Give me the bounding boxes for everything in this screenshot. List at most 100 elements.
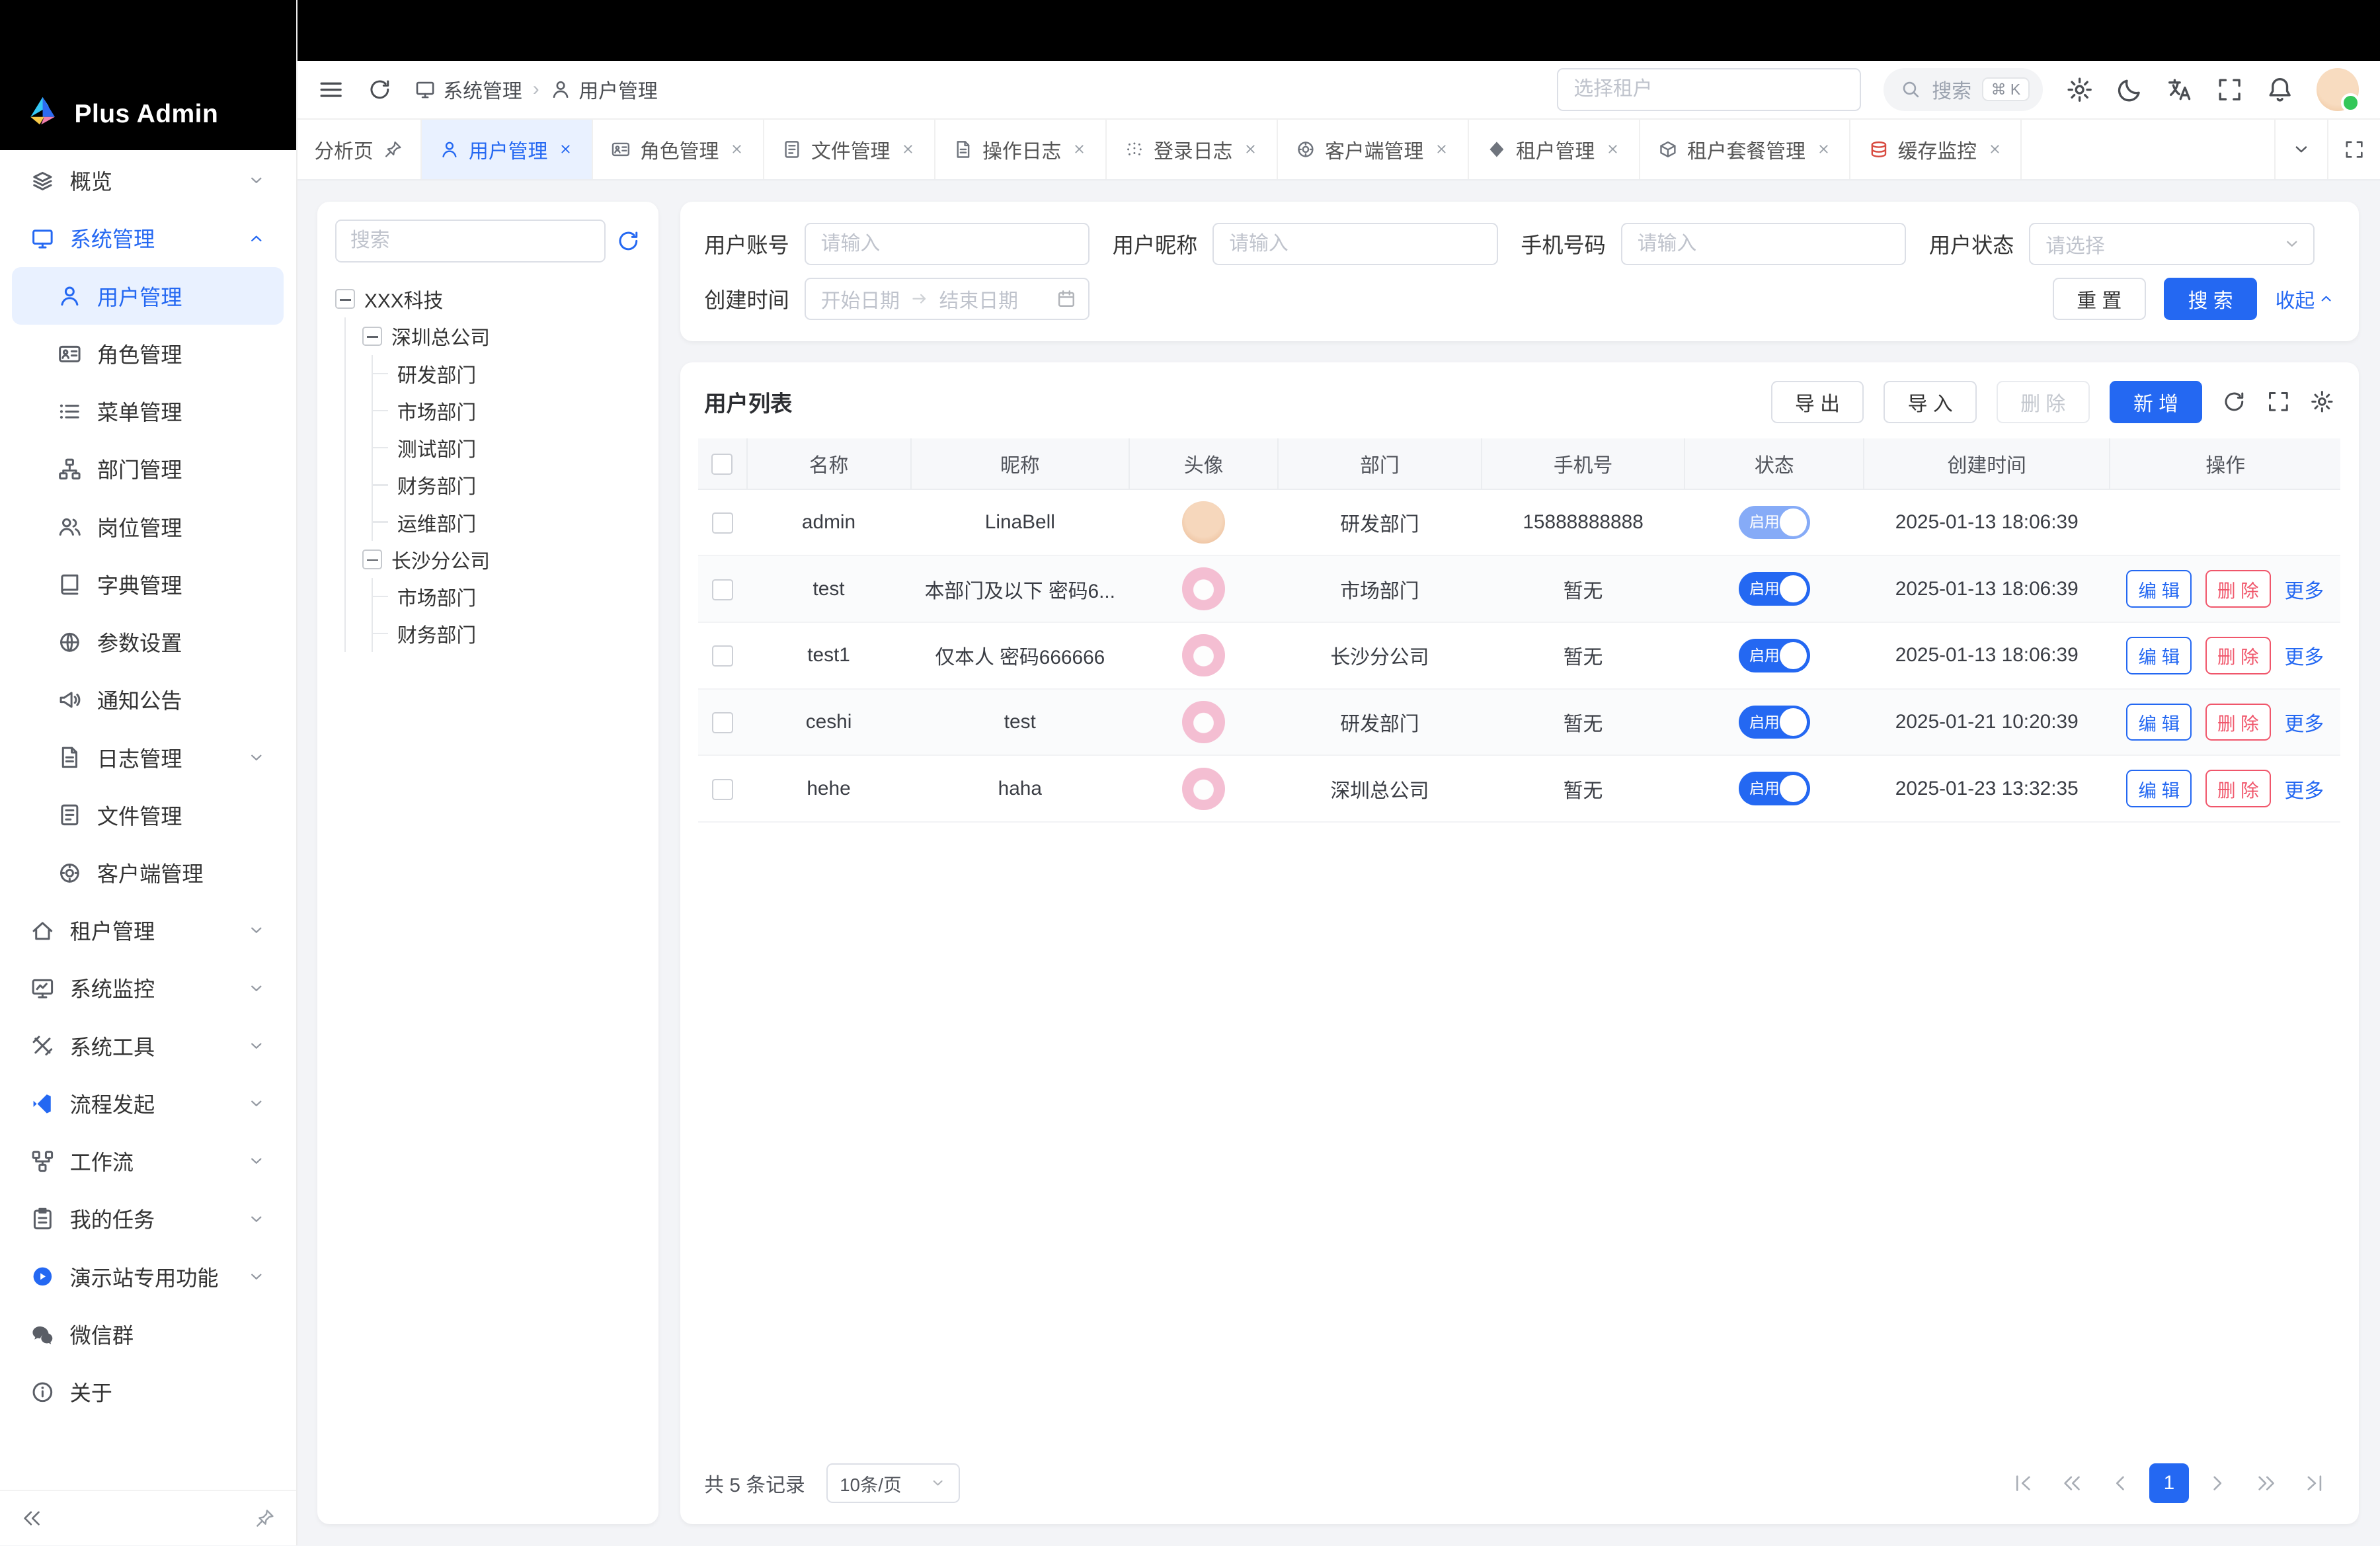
add-button[interactable]: 新 增 bbox=[2110, 381, 2203, 423]
row-checkbox[interactable] bbox=[712, 779, 733, 800]
sidebar-collapse-button[interactable] bbox=[21, 1508, 42, 1529]
phone-input[interactable] bbox=[1621, 223, 1907, 265]
tree-search-input[interactable] bbox=[335, 220, 606, 262]
row-checkbox[interactable] bbox=[712, 645, 733, 667]
pin-icon[interactable] bbox=[384, 140, 403, 159]
sidebar-item[interactable]: 日志管理 bbox=[12, 729, 284, 786]
tab-item[interactable]: 文件管理 bbox=[764, 120, 935, 179]
sidebar-item[interactable]: 部门管理 bbox=[12, 440, 284, 498]
delete-row-button[interactable]: 删 除 bbox=[2205, 704, 2271, 741]
notifications-button[interactable] bbox=[2266, 76, 2293, 103]
sidebar-item[interactable]: 演示站专用功能 bbox=[12, 1248, 284, 1305]
breadcrumb-item[interactable]: 用户管理 bbox=[550, 75, 658, 104]
account-input[interactable] bbox=[805, 223, 1090, 265]
tree-node[interactable]: 深圳总公司 bbox=[362, 317, 640, 354]
sidebar-item[interactable]: 关于 bbox=[12, 1363, 284, 1420]
nickname-input[interactable] bbox=[1212, 223, 1498, 265]
edit-button[interactable]: 编 辑 bbox=[2126, 570, 2192, 608]
export-button[interactable]: 导 出 bbox=[1771, 381, 1864, 423]
select-all-checkbox[interactable] bbox=[711, 454, 733, 475]
sidebar-item[interactable]: 字典管理 bbox=[12, 555, 284, 613]
tree-node[interactable]: 财务部门 bbox=[389, 466, 640, 503]
language-button[interactable] bbox=[2166, 76, 2193, 103]
close-tab-icon[interactable] bbox=[1605, 142, 1620, 157]
sidebar-item[interactable]: 微信群 bbox=[12, 1305, 284, 1363]
collapse-filters-link[interactable]: 收起 bbox=[2276, 284, 2334, 313]
row-checkbox[interactable] bbox=[712, 579, 733, 600]
settings-button[interactable] bbox=[2066, 76, 2093, 103]
page-size-select[interactable]: 10条/页 bbox=[826, 1463, 960, 1503]
edit-button[interactable]: 编 辑 bbox=[2126, 770, 2192, 807]
sidebar-item[interactable]: 工作流 bbox=[12, 1133, 284, 1190]
edit-button[interactable]: 编 辑 bbox=[2126, 637, 2192, 674]
tree-node[interactable]: 市场部门 bbox=[389, 392, 640, 429]
tree-node[interactable]: 研发部门 bbox=[389, 355, 640, 392]
table-fullscreen-button[interactable] bbox=[2266, 389, 2291, 414]
more-actions-link[interactable]: 更多 bbox=[2284, 641, 2324, 670]
collapse-box-icon[interactable] bbox=[362, 327, 382, 346]
sidebar-item[interactable]: 流程发起 bbox=[12, 1075, 284, 1132]
menu-toggle-button[interactable] bbox=[317, 76, 344, 103]
sidebar-item[interactable]: 参数设置 bbox=[12, 613, 284, 671]
last-page-button[interactable] bbox=[2295, 1463, 2334, 1503]
status-toggle[interactable]: 启用 bbox=[1739, 706, 1810, 739]
status-select[interactable]: 请选择 bbox=[2029, 223, 2315, 265]
edit-button[interactable]: 编 辑 bbox=[2126, 704, 2192, 741]
sidebar-item[interactable]: 客户端管理 bbox=[12, 844, 284, 901]
delete-row-button[interactable]: 删 除 bbox=[2205, 637, 2271, 674]
tree-node[interactable]: 长沙分公司 bbox=[362, 541, 640, 578]
more-actions-link[interactable]: 更多 bbox=[2284, 774, 2324, 803]
jump-back-button[interactable] bbox=[2052, 1463, 2092, 1503]
more-actions-link[interactable]: 更多 bbox=[2284, 575, 2324, 604]
status-toggle[interactable]: 启用 bbox=[1739, 772, 1810, 805]
tab-item[interactable]: 角色管理 bbox=[593, 120, 764, 179]
tab-item[interactable]: 租户套餐管理 bbox=[1640, 120, 1851, 179]
close-tab-icon[interactable] bbox=[729, 142, 744, 157]
prev-page-button[interactable] bbox=[2101, 1463, 2141, 1503]
delete-button[interactable]: 删 除 bbox=[1997, 381, 2090, 423]
sidebar-item[interactable]: 概览 bbox=[12, 152, 284, 210]
refresh-table-button[interactable] bbox=[2222, 389, 2246, 414]
sidebar-item[interactable]: 租户管理 bbox=[12, 902, 284, 959]
tab-item[interactable]: 缓存监控 bbox=[1850, 120, 2022, 179]
jump-forward-button[interactable] bbox=[2246, 1463, 2286, 1503]
tenant-select-input[interactable] bbox=[1557, 68, 1860, 110]
sidebar-item[interactable]: 系统工具 bbox=[12, 1017, 284, 1075]
delete-row-button[interactable]: 删 除 bbox=[2205, 570, 2271, 608]
user-avatar[interactable] bbox=[2317, 68, 2359, 110]
theme-toggle-button[interactable] bbox=[2116, 76, 2143, 103]
close-tab-icon[interactable] bbox=[900, 142, 916, 157]
status-toggle[interactable]: 启用 bbox=[1739, 639, 1810, 672]
collapse-box-icon[interactable] bbox=[335, 289, 355, 309]
row-checkbox[interactable] bbox=[712, 712, 733, 733]
tab-item[interactable]: 客户端管理 bbox=[1278, 120, 1469, 179]
close-tab-icon[interactable] bbox=[1072, 142, 1087, 157]
sidebar-item[interactable]: 菜单管理 bbox=[12, 383, 284, 440]
tree-refresh-button[interactable] bbox=[616, 229, 641, 253]
refresh-page-button[interactable] bbox=[368, 77, 392, 102]
import-button[interactable]: 导 入 bbox=[1884, 381, 1977, 423]
tree-node[interactable]: XXX科技 bbox=[335, 280, 640, 317]
row-checkbox[interactable] bbox=[712, 512, 733, 534]
close-tab-icon[interactable] bbox=[1243, 142, 1258, 157]
collapse-box-icon[interactable] bbox=[362, 549, 382, 569]
tab-item[interactable]: 登录日志 bbox=[1107, 120, 1278, 179]
tree-node[interactable]: 财务部门 bbox=[389, 615, 640, 652]
search-button[interactable]: 搜 索 bbox=[2164, 278, 2257, 320]
close-tab-icon[interactable] bbox=[1816, 142, 1831, 157]
fullscreen-button[interactable] bbox=[2216, 76, 2243, 103]
sidebar-item[interactable]: 文件管理 bbox=[12, 786, 284, 844]
more-actions-link[interactable]: 更多 bbox=[2284, 708, 2324, 737]
tab-item[interactable]: 操作日志 bbox=[935, 120, 1107, 179]
tree-node[interactable]: 市场部门 bbox=[389, 578, 640, 615]
tab-list-dropdown-button[interactable] bbox=[2274, 120, 2327, 179]
sidebar-item[interactable]: 我的任务 bbox=[12, 1190, 284, 1248]
first-page-button[interactable] bbox=[2004, 1463, 2043, 1503]
date-range-picker[interactable]: 开始日期 结束日期 bbox=[805, 278, 1090, 320]
next-page-button[interactable] bbox=[2198, 1463, 2238, 1503]
sidebar-item[interactable]: 岗位管理 bbox=[12, 498, 284, 555]
status-toggle[interactable]: 启用 bbox=[1739, 506, 1810, 540]
tree-node[interactable]: 运维部门 bbox=[389, 504, 640, 541]
sidebar-item[interactable]: 角色管理 bbox=[12, 325, 284, 382]
page-number-button[interactable]: 1 bbox=[2149, 1463, 2189, 1503]
